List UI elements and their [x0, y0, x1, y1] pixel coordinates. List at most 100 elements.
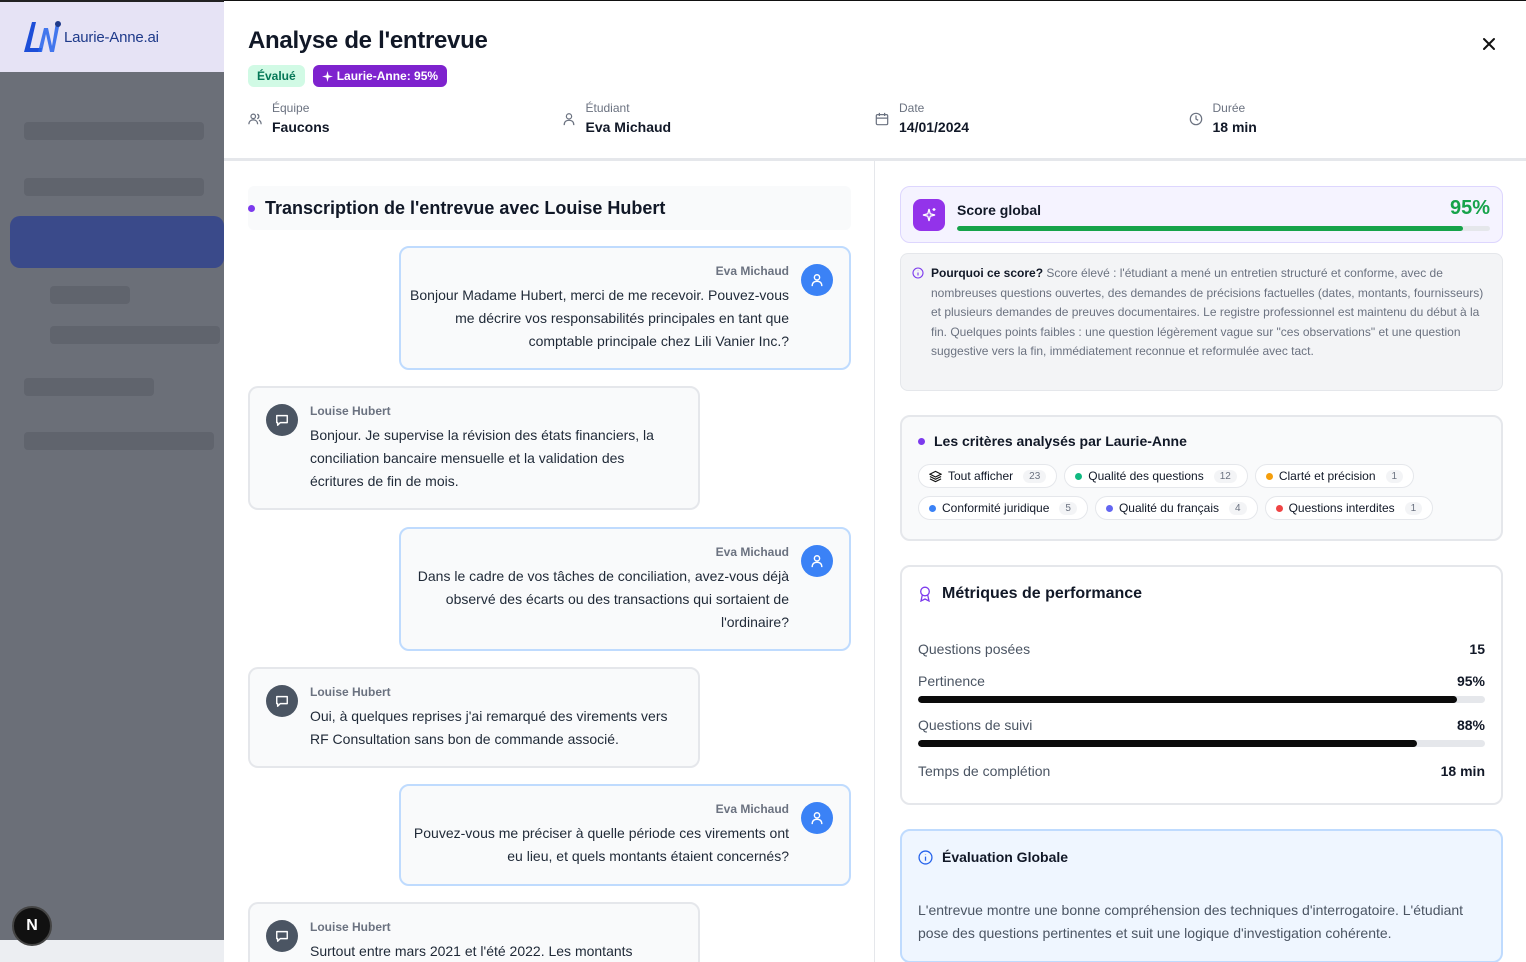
bullet-dot [248, 204, 255, 212]
metric-value: 95% [1456, 673, 1485, 689]
status-dot [1275, 504, 1283, 512]
filter-chip-count: 23 [1023, 469, 1047, 483]
metric-relevance: Pertinence 95% [918, 673, 1485, 703]
status-dot [1265, 472, 1273, 480]
clock-icon [1189, 112, 1202, 126]
logo-text: Laurie-Anne.ai [64, 28, 159, 46]
status-badges: Évalué Laurie-Anne: 95% [248, 65, 1502, 87]
score-label: Score global [957, 202, 1042, 218]
meta-label: Durée [1212, 101, 1246, 115]
user-avatar-icon [801, 264, 833, 296]
filter-chip-count: 5 [1059, 501, 1077, 515]
sidebar-item [24, 122, 204, 140]
meta-value: Faucons [272, 119, 330, 135]
message-text: Oui, à quelques reprises j'ai remarqué d… [310, 708, 668, 747]
transcript-title: Transcription de l'entrevue avec Louise … [265, 197, 666, 218]
meta-value: 18 min [1212, 119, 1257, 135]
metric-value: 88% [1456, 717, 1485, 733]
sidebar-item [24, 178, 204, 196]
modal-title: Analyse de l'entrevue [248, 27, 488, 54]
message-author: Eva Michaud [715, 802, 789, 816]
sidebar-item [24, 432, 214, 450]
filter-chip-legal-compliance[interactable]: Conformité juridique 5 [918, 496, 1088, 520]
interview-meta: Équipe Faucons Étudiant Eva Michaud Date… [248, 101, 1502, 135]
user-avatar-icon [801, 802, 833, 834]
metric-follow-up: Questions de suivi 88% [918, 717, 1485, 747]
performance-metrics-card: Métriques de performance Questions posée… [900, 565, 1503, 805]
dev-indicator-button[interactable]: N [12, 906, 52, 946]
sparkles-icon [913, 199, 945, 231]
filter-chip-label: Qualité des questions [1088, 469, 1204, 483]
meta-duration: Durée 18 min [1189, 101, 1503, 135]
meta-label: Équipe [272, 101, 310, 115]
message-text: Dans le cadre de vos tâches de conciliat… [417, 568, 789, 630]
filter-chip-question-quality[interactable]: Qualité des questions 12 [1064, 464, 1248, 488]
metrics-title: Métriques de performance [942, 585, 1143, 602]
metric-value: 15 [1469, 641, 1485, 657]
background-app: Laurie-Anne.ai [0, 0, 224, 962]
meta-student: Étudiant Eva Michaud [562, 101, 876, 135]
global-score-card: Score global 95% [900, 186, 1503, 243]
filter-chip-label: Questions interdites [1288, 501, 1395, 515]
message-author: Louise Hubert [310, 920, 391, 934]
users-icon [248, 113, 262, 125]
info-icon [912, 267, 924, 279]
metric-label: Questions de suivi [918, 717, 1033, 733]
filter-chip-count: 1 [1404, 501, 1423, 515]
sparkles-icon [321, 70, 333, 82]
close-button[interactable] [1482, 33, 1496, 55]
metric-label: Pertinence [918, 673, 985, 689]
status-badge: Évalué [248, 65, 305, 87]
evaluation-text: L'entrevue montre une bonne compréhensio… [918, 902, 1464, 941]
metric-progress-fill [918, 696, 1457, 703]
filter-chip-clarity[interactable]: Clarté et précision 1 [1254, 464, 1415, 488]
filter-chip-label: Tout afficher [948, 469, 1014, 483]
message-avatar-icon [266, 404, 298, 436]
filter-chip-count: 4 [1229, 501, 1247, 515]
status-dot [1105, 504, 1113, 512]
sidebar-subitem [50, 286, 130, 304]
message-avatar-icon [266, 920, 298, 952]
modal-header: Analyse de l'entrevue Évalué Laurie-Anne… [224, 1, 1526, 161]
sidebar-item-active [10, 216, 224, 268]
transcript-panel[interactable]: Transcription de l'entrevue avec Louise … [224, 161, 875, 962]
logo-icon [18, 18, 62, 56]
message-author: Eva Michaud [715, 264, 789, 278]
meta-value: Eva Michaud [585, 119, 672, 135]
message-interviewee: Louise Hubert Bonjour. Je supervise la r… [248, 386, 700, 510]
message-interviewer: Eva Michaud Pouvez-vous me préciser à qu… [399, 784, 851, 886]
message-text: Pouvez-vous me préciser à quelle période… [413, 825, 789, 864]
analysis-panel[interactable]: Score global 95% Pourquoi ce score? Scor… [876, 161, 1526, 962]
metric-progress-bar [918, 740, 1485, 747]
filter-chip-forbidden-questions[interactable]: Questions interdites 1 [1264, 496, 1434, 520]
message-interviewer: Eva Michaud Bonjour Madame Hubert, merci… [399, 246, 851, 370]
metric-value: 18 min [1440, 763, 1485, 779]
message-text: Surtout entre mars 2021 et l'été 2022. L… [310, 943, 633, 959]
meta-label: Date [899, 101, 925, 115]
score-value: 95% [1449, 197, 1490, 219]
ai-score-badge: Laurie-Anne: 95% [312, 65, 448, 87]
metric-progress-bar [918, 696, 1485, 703]
user-icon [563, 113, 574, 126]
evaluation-title: Évaluation Globale [942, 849, 1069, 865]
close-icon [1483, 38, 1495, 50]
score-explanation: Pourquoi ce score? Score élevé : l'étudi… [900, 253, 1503, 391]
metric-progress-fill [918, 740, 1417, 747]
filter-chip-french-quality[interactable]: Qualité du français 4 [1094, 496, 1258, 520]
message-author: Louise Hubert [310, 685, 391, 699]
filter-chip-all[interactable]: Tout afficher 23 [918, 464, 1058, 488]
bullet-dot [918, 437, 925, 445]
score-progress-fill [957, 226, 1464, 231]
meta-date: Date 14/01/2024 [875, 101, 1189, 135]
global-evaluation-card: Évaluation Globale L'entrevue montre une… [900, 829, 1503, 962]
award-icon [920, 586, 930, 602]
metric-questions-asked: Questions posées 15 [918, 641, 1485, 657]
message-author: Louise Hubert [310, 404, 391, 418]
status-dot [1075, 472, 1083, 480]
ai-score-badge-label: Laurie-Anne: 95% [336, 69, 439, 83]
transcript-header: Transcription de l'entrevue avec Louise … [248, 186, 851, 230]
sidebar-subitem [50, 326, 220, 344]
criteria-filters: Tout afficher 23 Qualité des questions 1… [918, 464, 1485, 520]
info-icon [918, 849, 933, 865]
message-interviewee: Louise Hubert Oui, à quelques reprises j… [248, 667, 700, 768]
